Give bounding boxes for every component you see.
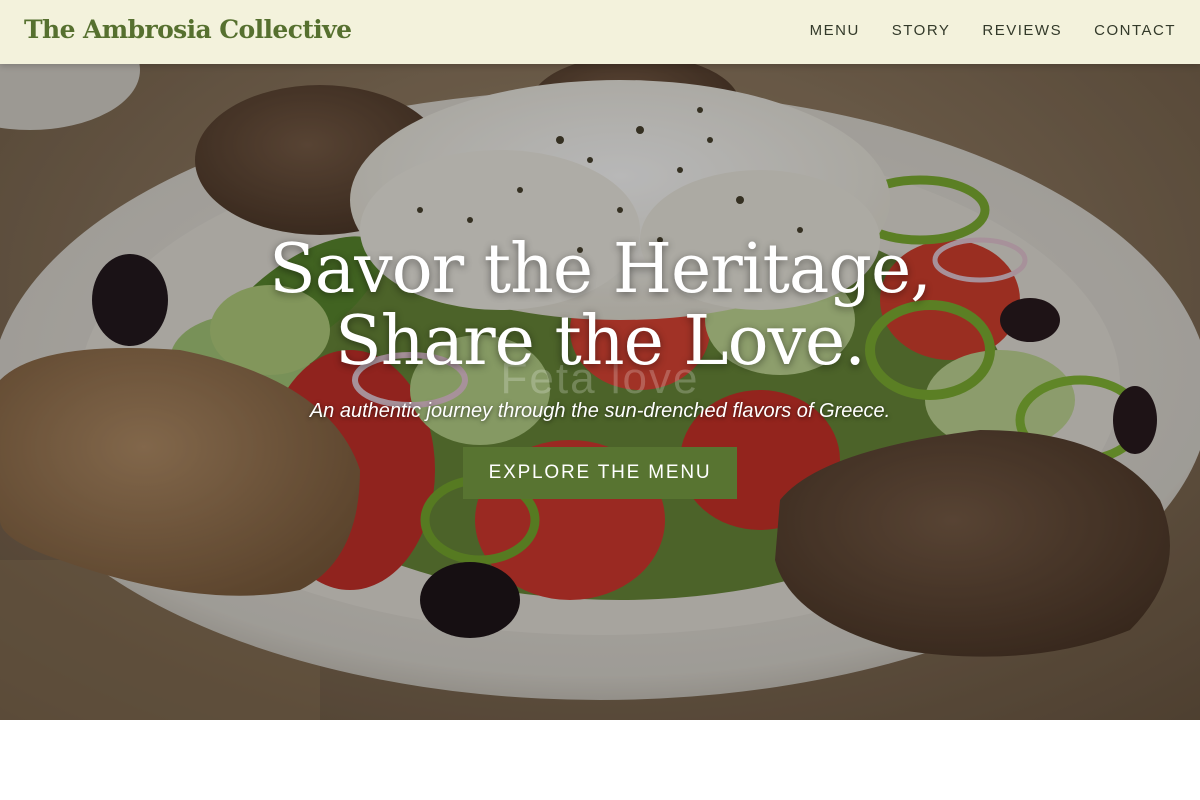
hero-heading-line-1: Savor the Heritage, (269, 230, 932, 309)
content-area (0, 720, 1200, 800)
explore-menu-button[interactable]: EXPLORE THE MENU (463, 447, 737, 499)
nav-link-contact[interactable]: CONTACT (1094, 22, 1176, 39)
main-nav: MENU STORY REVIEWS CONTACT (810, 22, 1176, 39)
brand-logo[interactable]: The Ambrosia Collective (24, 15, 352, 44)
nav-link-menu[interactable]: MENU (810, 22, 860, 39)
nav-link-story[interactable]: STORY (892, 22, 951, 39)
hero-heading-line-2: Share the Love. (335, 302, 866, 381)
hero-heading: Savor the Heritage, Share the Love. (0, 234, 1200, 378)
site-header: The Ambrosia Collective MENU STORY REVIE… (0, 0, 1200, 64)
hero-subtitle: An authentic journey through the sun-dre… (309, 400, 891, 422)
hero-section: Feta love Savor the Heritage, Share the … (0, 64, 1200, 720)
nav-link-reviews[interactable]: REVIEWS (982, 22, 1062, 39)
